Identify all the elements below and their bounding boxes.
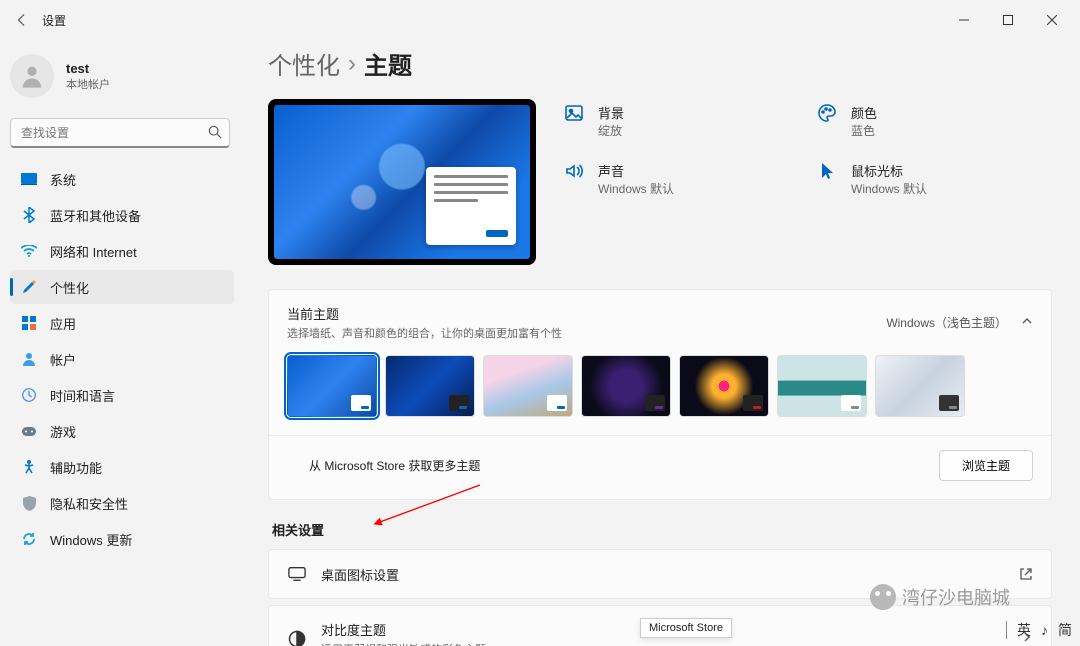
accounts-icon: [20, 350, 38, 368]
theme-thumb-2[interactable]: [483, 355, 573, 417]
nav-accounts[interactable]: 帐户: [10, 342, 234, 376]
open-external-icon: [1019, 567, 1033, 581]
main-content: 个性化 › 主题 背景绽放 颜色蓝色: [240, 40, 1080, 646]
store-row: 从 Microsoft Store 获取更多主题 浏览主题: [269, 435, 1051, 499]
minimize-button[interactable]: [942, 4, 986, 36]
wechat-icon: [870, 584, 896, 610]
breadcrumb-sep: ›: [348, 50, 356, 78]
theme-thumb-5[interactable]: [777, 355, 867, 417]
cursor-icon: [817, 161, 837, 181]
chevron-up-icon: [1021, 315, 1033, 330]
shield-icon: [20, 494, 38, 512]
preview-window: [426, 167, 516, 245]
store-tooltip: Microsoft Store: [640, 618, 732, 638]
current-theme-row[interactable]: 当前主题 选择墙纸、声音和颜色的组合，让你的桌面更加富有个性 Windows（浅…: [269, 290, 1051, 355]
window-title: 设置: [42, 12, 66, 29]
nav-network[interactable]: 网络和 Internet: [10, 234, 234, 268]
breadcrumb-parent[interactable]: 个性化: [268, 46, 340, 81]
avatar: [10, 54, 54, 98]
nav-system[interactable]: 系统: [10, 162, 234, 196]
apps-icon: [20, 314, 38, 332]
nav-apps[interactable]: 应用: [10, 306, 234, 340]
theme-preview: [268, 99, 536, 265]
gaming-icon: [20, 422, 38, 440]
theme-thumb-4[interactable]: [679, 355, 769, 417]
current-theme-name: Windows（浅色主题）: [886, 314, 1007, 331]
related-settings-header: 相关设置: [272, 520, 1052, 539]
system-icon: [20, 170, 38, 188]
bluetooth-icon: [20, 206, 38, 224]
nav-time-language[interactable]: 时间和语言: [10, 378, 234, 412]
nav-gaming[interactable]: 游戏: [10, 414, 234, 448]
prop-background[interactable]: 背景绽放: [564, 103, 799, 139]
user-name: test: [66, 61, 110, 76]
breadcrumb-current: 主题: [364, 46, 412, 81]
palette-icon: [817, 103, 837, 123]
prop-sound[interactable]: 声音Windows 默认: [564, 161, 799, 197]
theme-thumb-0[interactable]: [287, 355, 377, 417]
sound-icon: [564, 161, 584, 181]
monitor-icon: [287, 564, 307, 584]
nav-privacy[interactable]: 隐私和安全性: [10, 486, 234, 520]
nav-accessibility[interactable]: 辅助功能: [10, 450, 234, 484]
search-input[interactable]: [10, 118, 230, 148]
ime-mode-icon: ♪: [1041, 622, 1048, 638]
back-button[interactable]: [6, 4, 38, 36]
update-icon: [20, 530, 38, 548]
brush-icon: [20, 278, 38, 296]
nav-personalization[interactable]: 个性化: [10, 270, 234, 304]
user-account[interactable]: test 本地帐户: [10, 40, 234, 112]
watermark: 湾仔沙电脑城: [870, 584, 1010, 610]
breadcrumb: 个性化 › 主题: [268, 46, 1052, 81]
nav-windows-update[interactable]: Windows 更新: [10, 522, 234, 556]
nav-bluetooth[interactable]: 蓝牙和其他设备: [10, 198, 234, 232]
image-icon: [564, 103, 584, 123]
contrast-icon: [287, 629, 307, 646]
browse-themes-button[interactable]: 浏览主题: [939, 450, 1033, 481]
prop-color[interactable]: 颜色蓝色: [817, 103, 1052, 139]
user-type: 本地帐户: [66, 76, 110, 92]
prop-cursor[interactable]: 鼠标光标Windows 默认: [817, 161, 1052, 197]
theme-thumbnails: [269, 355, 1051, 435]
ime-indicator[interactable]: 英 ♪ 简: [1006, 620, 1072, 640]
themes-card: 当前主题 选择墙纸、声音和颜色的组合，让你的桌面更加富有个性 Windows（浅…: [268, 289, 1052, 500]
maximize-button[interactable]: [986, 4, 1030, 36]
search-icon: [208, 125, 222, 144]
close-button[interactable]: [1030, 4, 1074, 36]
theme-thumb-6[interactable]: [875, 355, 965, 417]
theme-thumb-3[interactable]: [581, 355, 671, 417]
wifi-icon: [20, 242, 38, 260]
clock-icon: [20, 386, 38, 404]
theme-thumb-1[interactable]: [385, 355, 475, 417]
accessibility-icon: [20, 458, 38, 476]
sidebar: test 本地帐户 系统 蓝牙和其他设备 网络和 Internet 个性化 应用…: [0, 40, 240, 646]
